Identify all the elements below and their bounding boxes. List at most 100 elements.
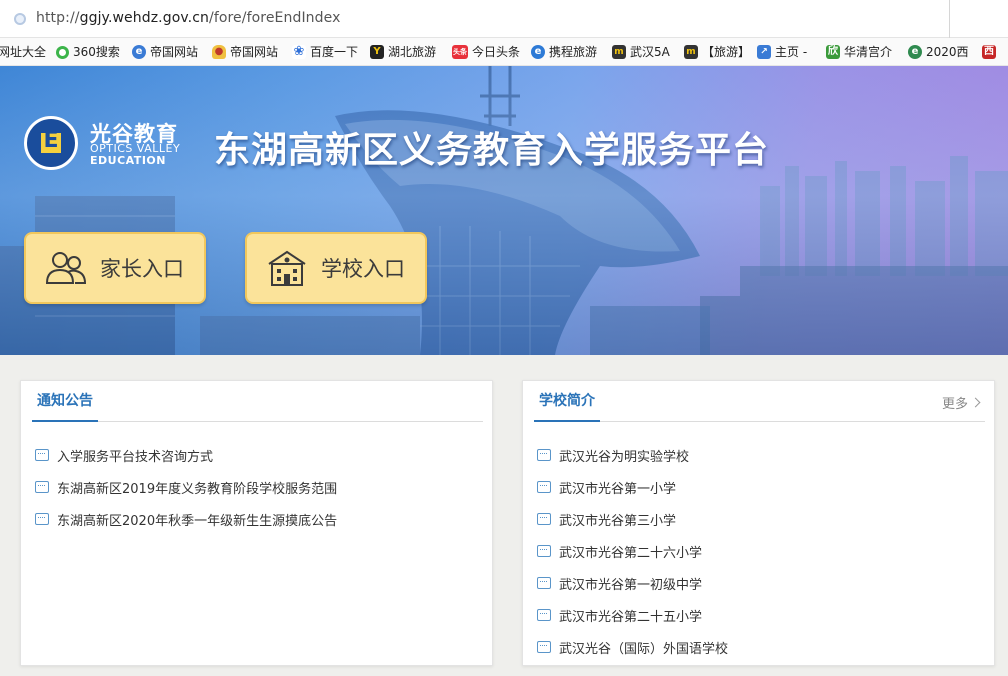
platform-title: 东湖高新区义务教育入学服务平台	[214, 130, 770, 171]
address-bar[interactable]: http://ggjy.wehdz.gov.cn/fore/foreEndInd…	[0, 0, 1008, 38]
bookmark-item[interactable]: 西	[982, 43, 1000, 61]
bookmark-label: 2020西	[926, 45, 969, 59]
message-icon	[35, 513, 49, 525]
url-text[interactable]: http://ggjy.wehdz.gov.cn/fore/foreEndInd…	[36, 10, 341, 26]
bookmark-label: 帝国网站	[150, 45, 199, 59]
school-item[interactable]: 武汉市光谷第一小学	[537, 471, 728, 503]
bookmark-item[interactable]: e 帝国网站	[132, 43, 198, 61]
bookmark-item[interactable]: m 【旅游】	[684, 43, 750, 61]
m-icon: m	[612, 45, 626, 59]
bookmark-item[interactable]: e 携程旅游	[531, 43, 597, 61]
bookmark-item[interactable]: 欣华清宫介	[826, 43, 892, 61]
message-icon	[537, 577, 551, 589]
notice-item[interactable]: 东湖高新区2020年秋季一年级新生生源摸底公告	[35, 503, 337, 535]
chart-icon: ↗	[757, 45, 771, 59]
message-icon	[35, 481, 49, 493]
school-intro-panel: 学校简介 更多 武汉光谷为明实验学校 武汉市光谷第一小学 武汉市光谷第三小学 武…	[522, 380, 995, 666]
parents-icon	[45, 252, 87, 284]
school-list: 武汉光谷为明实验学校 武汉市光谷第一小学 武汉市光谷第三小学 武汉市光谷第二十六…	[537, 439, 728, 663]
bookmark-item[interactable]: ↗ 主页 -	[757, 43, 807, 61]
notice-item[interactable]: 东湖高新区2019年度义务教育阶段学校服务范围	[35, 471, 337, 503]
school-item-text: 武汉市光谷第二十六小学	[559, 545, 703, 561]
circle-icon	[56, 45, 69, 59]
bookmark-label: 湖北旅游	[388, 45, 437, 59]
globe-icon: e	[531, 45, 545, 59]
school-item-text: 武汉市光谷第一小学	[559, 481, 677, 497]
bookmark-item[interactable]: Y 湖北旅游	[370, 43, 436, 61]
notice-panel-title[interactable]: 通知公告	[32, 391, 98, 422]
bookmarks-bar: 网址大全 360搜索 e 帝国网站 ● 帝国网站 ❀ 百度一下 Y 湖北旅游 头条 今日头…	[0, 38, 1008, 66]
school-item[interactable]: 武汉光谷为明实验学校	[537, 439, 728, 471]
notice-item-text: 东湖高新区2019年度义务教育阶段学校服务范围	[57, 481, 338, 497]
address-field[interactable]: http://ggjy.wehdz.gov.cn/fore/foreEndInd…	[0, 0, 950, 38]
xi-icon: 西	[982, 45, 996, 59]
more-label: 更多	[941, 397, 968, 412]
notice-item-text: 东湖高新区2020年秋季一年级新生生源摸底公告	[57, 513, 338, 529]
school-item-text: 武汉光谷（国际）外国语学校	[559, 641, 729, 657]
bookmark-label: 360搜索	[73, 45, 120, 59]
message-icon	[537, 545, 551, 557]
url-prefix: http://	[36, 10, 80, 26]
message-icon	[537, 609, 551, 621]
bookmark-item[interactable]: e 2020西	[908, 43, 969, 61]
bookmark-label: 主页 -	[775, 45, 808, 59]
bookmark-label: 【旅游】	[702, 45, 751, 59]
school-item-text: 武汉市光谷第三小学	[559, 513, 677, 529]
school-item[interactable]: 武汉光谷（国际）外国语学校	[537, 631, 728, 663]
bookmark-item[interactable]: m 武汉5A	[612, 43, 670, 61]
school-building-icon	[268, 250, 306, 286]
paw-icon: ❀	[292, 44, 306, 59]
gourd-icon: ●	[212, 45, 226, 59]
school-item[interactable]: 武汉市光谷第二十六小学	[537, 535, 728, 567]
url-path: /fore/foreEndIndex	[209, 10, 341, 26]
bookmark-item[interactable]: 360搜索	[56, 43, 120, 61]
school-entry-label: 学校入口	[321, 257, 405, 281]
hero-banner: E 光谷教育 OPTICS VALLEY EDUCATION 东湖高新区义务教育…	[0, 66, 1008, 355]
school-item[interactable]: 武汉市光谷第二十五小学	[537, 599, 728, 631]
parent-entry-label: 家长入口	[100, 257, 184, 281]
message-icon	[537, 641, 551, 653]
message-icon	[537, 449, 551, 461]
globe-icon: e	[908, 45, 922, 59]
notice-list: 入学服务平台技术咨询方式 东湖高新区2019年度义务教育阶段学校服务范围 东湖高…	[35, 439, 337, 535]
bookmark-label: 华清宫介	[844, 45, 893, 59]
bookmark-item[interactable]: 头条 今日头条	[452, 43, 520, 61]
message-icon	[35, 449, 49, 461]
message-icon	[537, 513, 551, 525]
bookmark-label: 网址大全	[0, 45, 47, 59]
bookmark-item[interactable]: 网址大全	[0, 43, 46, 61]
school-panel-header: 学校简介 更多	[534, 381, 985, 422]
bookmark-item[interactable]: ● 帝国网站	[212, 43, 278, 61]
bookmark-label: 百度一下	[310, 45, 359, 59]
globe-icon: e	[132, 45, 146, 59]
more-link[interactable]: 更多	[941, 393, 981, 412]
bookmark-label: 武汉5A	[630, 45, 670, 59]
school-panel-title[interactable]: 学校简介	[534, 391, 600, 422]
url-host: ggjy.wehdz.gov.cn	[79, 10, 209, 26]
bookmark-label: 帝国网站	[230, 45, 279, 59]
chevron-right-icon	[970, 397, 981, 408]
bookmark-label: 携程旅游	[549, 45, 598, 59]
school-item-text: 武汉市光谷第一初级中学	[559, 577, 703, 593]
banner-overlay	[0, 66, 1008, 355]
m-icon: m	[684, 45, 698, 59]
school-item[interactable]: 武汉市光谷第一初级中学	[537, 567, 728, 599]
school-item[interactable]: 武汉市光谷第三小学	[537, 503, 728, 535]
notice-item-text: 入学服务平台技术咨询方式	[57, 449, 214, 465]
notice-panel-header: 通知公告	[32, 381, 483, 422]
leaf-icon: 欣	[826, 45, 840, 59]
logo-english-line-2: EDUCATION	[90, 154, 166, 167]
bookmark-item[interactable]: ❀ 百度一下	[292, 43, 358, 61]
notice-panel: 通知公告 入学服务平台技术咨询方式 东湖高新区2019年度义务教育阶段学校服务范…	[20, 380, 493, 666]
school-item-text: 武汉光谷为明实验学校	[559, 449, 690, 465]
toutiao-icon: 头条	[452, 45, 468, 59]
notice-item[interactable]: 入学服务平台技术咨询方式	[35, 439, 337, 471]
logo-letter: E	[43, 128, 59, 153]
school-item-text: 武汉市光谷第二十五小学	[559, 609, 703, 625]
parent-entry-button[interactable]: 家长入口	[24, 232, 206, 304]
page-info-icon[interactable]	[14, 13, 26, 25]
message-icon	[537, 481, 551, 493]
optics-valley-logo: E	[24, 116, 78, 170]
y-icon: Y	[370, 45, 384, 59]
school-entry-button[interactable]: 学校入口	[245, 232, 427, 304]
